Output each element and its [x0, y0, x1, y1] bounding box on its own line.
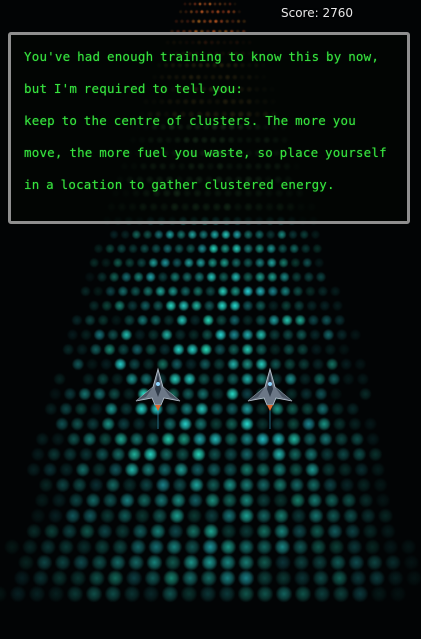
score-label: Score: 2760 — [280, 6, 353, 20]
game-stage[interactable]: Score: 2760 You've had enough training t… — [0, 0, 421, 639]
briefing-line-2: keep to the centre of clusters. The more… — [24, 113, 387, 192]
briefing-dialog[interactable]: You've had enough training to know this … — [8, 32, 410, 224]
wingman-ship[interactable] — [246, 367, 294, 429]
starfighter-ship-icon — [247, 367, 293, 429]
briefing-line-1: You've had enough training to know this … — [24, 49, 380, 96]
player-ship[interactable] — [134, 367, 182, 429]
starfighter-ship-icon — [135, 367, 181, 429]
score-display: Score: 2760 — [281, 6, 353, 20]
